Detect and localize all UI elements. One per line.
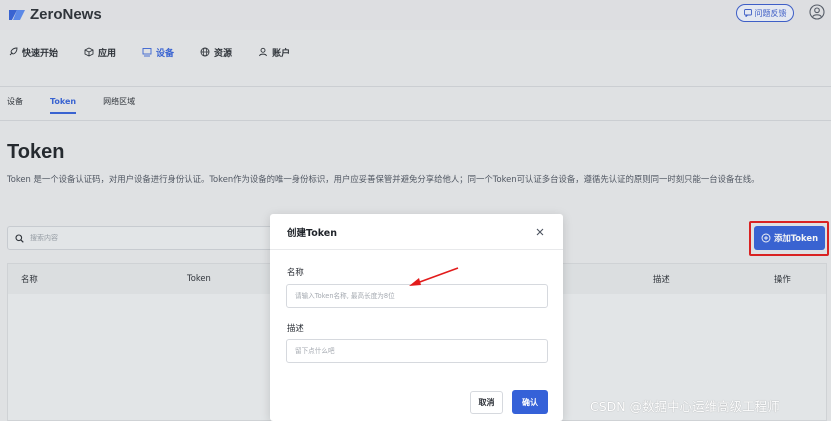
close-icon[interactable] [533,224,547,238]
annotation-arrow [409,267,459,286]
watermark: CSDN @数据中心运维高级工程师 [590,399,780,414]
name-label: 名称 [287,267,304,277]
dialog-title: 创建Token [287,228,338,239]
dialog-divider [270,249,563,250]
create-token-dialog: 创建Token 名称 描述 取消 确认 [270,214,563,421]
token-description-input[interactable] [286,339,548,363]
cancel-button[interactable]: 取消 [470,391,503,414]
description-label: 描述 [287,323,304,333]
confirm-button[interactable]: 确认 [512,390,548,414]
